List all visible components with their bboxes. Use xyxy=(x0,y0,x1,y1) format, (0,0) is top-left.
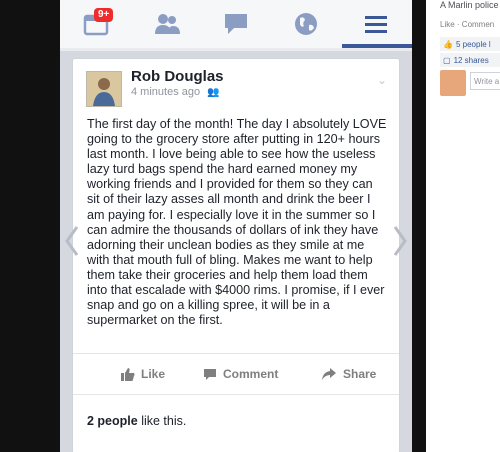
thumbs-up-icon: 👍 xyxy=(443,39,453,49)
share-icon: ▢ xyxy=(443,55,451,65)
friends-audience-icon: 👥 xyxy=(207,87,220,98)
device-frame-right xyxy=(412,0,426,452)
thumbs-up-icon xyxy=(121,368,135,381)
post-actions-bar: Like Comment Share xyxy=(73,353,399,395)
next-arrow-icon[interactable] xyxy=(392,225,408,257)
post-body: The first day of the month! The day I ab… xyxy=(87,117,387,328)
likes-count: 2 people xyxy=(87,414,138,428)
messages-icon[interactable] xyxy=(222,10,250,38)
comment-button[interactable]: Comment xyxy=(203,354,278,394)
previous-arrow-icon[interactable] xyxy=(64,225,80,257)
friends-icon[interactable] xyxy=(153,10,181,38)
comment-icon xyxy=(204,369,216,380)
like-button[interactable]: Like xyxy=(121,354,165,394)
side-likes-text: 5 people l xyxy=(455,39,491,49)
phone-screen: 9+ Rob Douglas 4 minutes ago 👥 ⌄ The fir… xyxy=(60,0,412,452)
post-time-text: 4 minutes ago xyxy=(131,86,201,98)
side-panel: A Marlin police Like · Commen 👍 5 people… xyxy=(426,0,500,452)
likes-suffix: like this. xyxy=(137,414,187,428)
post-card: Rob Douglas 4 minutes ago 👥 ⌄ The first … xyxy=(72,58,400,452)
menu-icon[interactable] xyxy=(362,10,390,38)
side-post-title[interactable]: A Marlin police xyxy=(440,0,499,10)
chevron-down-icon[interactable]: ⌄ xyxy=(377,73,387,87)
notification-badge: 9+ xyxy=(94,8,114,22)
share-label: Share xyxy=(343,367,377,381)
avatar[interactable] xyxy=(86,71,122,107)
avatar xyxy=(440,70,466,96)
globe-icon[interactable] xyxy=(292,10,320,38)
side-shares-row[interactable]: ▢ 12 shares xyxy=(440,53,500,67)
side-likes-row[interactable]: 👍 5 people l xyxy=(440,37,500,51)
post-timestamp: 4 minutes ago 👥 xyxy=(131,86,220,98)
device-frame-left xyxy=(0,0,60,452)
comment-label: Comment xyxy=(223,367,279,381)
like-label: Like xyxy=(141,367,166,381)
likes-summary[interactable]: 2 people like this. xyxy=(87,414,186,428)
top-nav-bar: 9+ xyxy=(60,0,412,51)
side-comment-input[interactable]: Write a xyxy=(470,72,500,90)
post-author[interactable]: Rob Douglas xyxy=(131,68,224,85)
side-shares-text: 12 shares xyxy=(453,55,489,65)
share-button[interactable]: Share xyxy=(321,354,376,394)
active-tab-indicator xyxy=(342,44,412,48)
side-post-meta[interactable]: Like · Commen xyxy=(440,20,494,29)
share-arrow-icon xyxy=(322,368,336,380)
